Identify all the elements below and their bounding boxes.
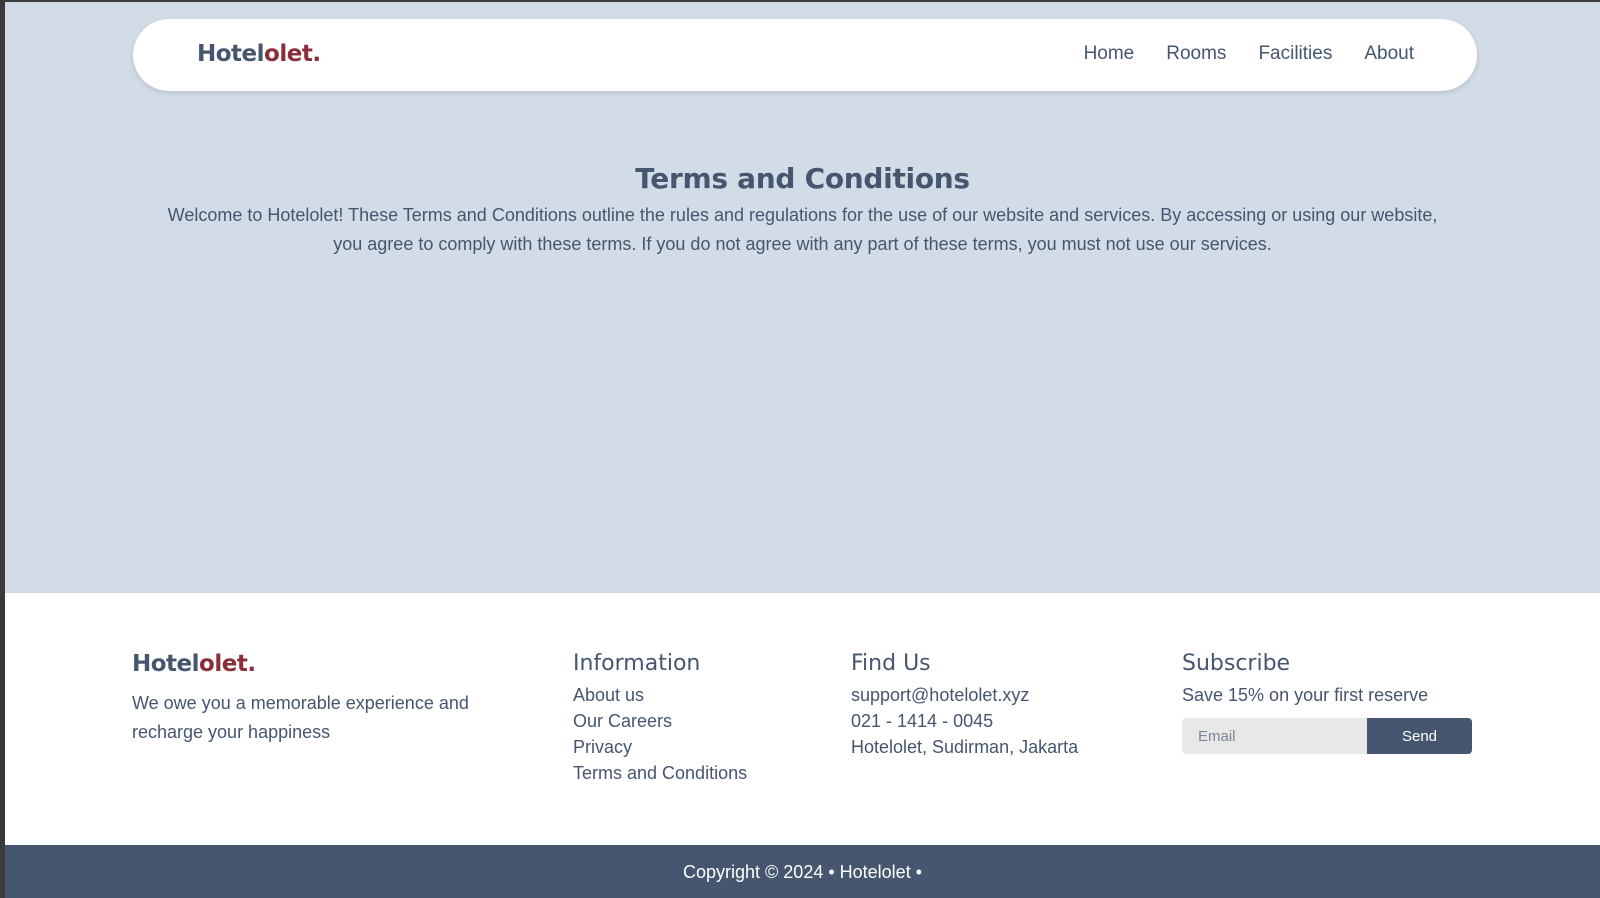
brand-name-dot: . [312, 41, 321, 67]
footer-brand-logo[interactable]: Hotelolet. [132, 651, 256, 677]
footer-brand-name-accent: olet [199, 651, 248, 677]
footer-link-careers[interactable]: Our Careers [573, 708, 747, 734]
terms-intro: Welcome to Hotelolet! These Terms and Co… [167, 205, 1438, 254]
subscribe-heading: Subscribe [1182, 651, 1291, 676]
email-field[interactable] [1182, 718, 1367, 754]
main-content: Terms and Conditions Welcome to Hotelole… [5, 162, 1600, 259]
contact-address: Hotelolet, Sudirman, Jakarta [851, 737, 1079, 757]
footer-find-us: Find Us support@hotelolet.xyz 021 - 1414… [851, 651, 1078, 760]
copyright-text: Copyright © 2024 • Hotelolet • [683, 862, 922, 882]
navbar: Hotelolet. Home Rooms Facilities About [133, 19, 1477, 91]
nav-link-facilities[interactable]: Facilities [1258, 43, 1332, 65]
footer-brand-name-main: Hotel [132, 651, 200, 677]
nav-link-rooms[interactable]: Rooms [1166, 43, 1226, 65]
copyright-bar: Copyright © 2024 • Hotelolet • [5, 845, 1600, 898]
page: Hotelolet. Home Rooms Facilities About T… [5, 2, 1600, 898]
subscribe-form: Send [1182, 718, 1472, 754]
footer-information: Information About us Our Careers Privacy… [573, 651, 747, 786]
contact-email[interactable]: support@hotelolet.xyz [851, 682, 1078, 708]
footer-tagline: We owe you a memorable experience and re… [132, 693, 469, 742]
footer-link-about-us[interactable]: About us [573, 682, 747, 708]
page-title: Terms and Conditions [635, 162, 970, 195]
footer: Hotelolet. We owe you a memorable experi… [5, 593, 1600, 845]
nav-links: Home Rooms Facilities About [1084, 43, 1414, 65]
contact-phone: 021 - 1414 - 0045 [851, 711, 994, 731]
subscribe-text: Save 15% on your first reserve [1182, 685, 1429, 705]
brand-name-main: Hotel [197, 41, 265, 67]
footer-subscribe: Subscribe Save 15% on your first reserve… [1182, 651, 1472, 754]
footer-link-privacy[interactable]: Privacy [573, 734, 747, 760]
nav-link-home[interactable]: Home [1084, 43, 1135, 65]
nav-link-about[interactable]: About [1364, 43, 1414, 65]
brand-name-accent: olet [264, 41, 313, 67]
find-us-heading: Find Us [851, 651, 931, 676]
footer-link-terms[interactable]: Terms and Conditions [573, 760, 747, 786]
send-button[interactable]: Send [1367, 718, 1472, 754]
brand-logo[interactable]: Hotelolet. [197, 41, 321, 67]
footer-brand-name-dot: . [247, 651, 256, 677]
information-heading: Information [573, 651, 701, 676]
